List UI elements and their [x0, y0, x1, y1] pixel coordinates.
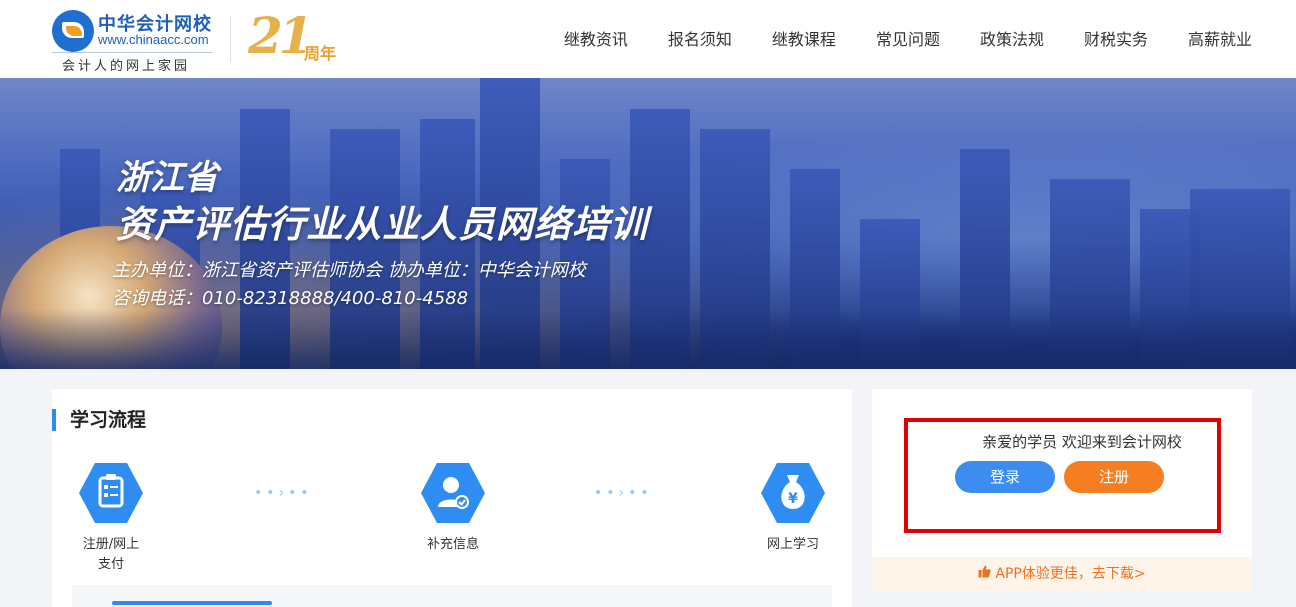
step-supplement-info[interactable]: 补充信息 — [414, 463, 492, 555]
banner-title-province: 浙江省 — [116, 158, 218, 198]
step-label: 注册/网上 支付 — [82, 537, 140, 572]
svg-text:¥: ¥ — [788, 491, 798, 507]
study-process-title: 学习流程 — [52, 409, 146, 431]
clipboard-icon — [79, 463, 143, 523]
nav-item-courses[interactable]: 继教课程 — [772, 26, 836, 50]
step-arrow-icon: ••›•• — [594, 485, 653, 501]
nav-item-registration-notice[interactable]: 报名须知 — [668, 26, 732, 50]
step-register-pay[interactable]: 注册/网上 支付 — [72, 463, 150, 575]
step-online-study[interactable]: ¥ 网上学习 — [754, 463, 832, 555]
logo-url: www.chinaacc.com — [98, 32, 209, 47]
banner-organizers: 主办单位：浙江省资产评估师协会 协办单位：中华会计网校 — [112, 260, 586, 281]
site-logo[interactable]: 中华会计网校 www.chinaacc.com 会计人的网上家园 — [52, 8, 222, 74]
site-header: 中华会计网校 www.chinaacc.com 会计人的网上家园 21 周年 继… — [0, 0, 1296, 78]
app-download-text: APP体验更佳，去下载> — [995, 566, 1146, 582]
app-download-link[interactable]: APP体验更佳，去下载> — [872, 557, 1252, 591]
anniversary-badge: 21 周年 — [248, 6, 358, 68]
step-label: 网上学习 — [766, 537, 819, 552]
main-nav: 继教资讯 报名须知 继教课程 常见问题 政策法规 财税实务 高薪就业 — [524, 26, 1252, 50]
hero-banner: 浙江省 资产评估行业从业人员网络培训 主办单位：浙江省资产评估师协会 协办单位：… — [0, 78, 1296, 369]
highlight-annotation-box — [904, 418, 1221, 533]
process-tab-indicator — [112, 601, 272, 605]
nav-item-jobs[interactable]: 高薪就业 — [1188, 26, 1252, 50]
banner-title-main: 资产评估行业从业人员网络培训 — [116, 203, 648, 246]
header-divider — [230, 16, 231, 62]
thumbs-up-icon — [978, 557, 992, 591]
logo-mark-icon — [52, 10, 94, 52]
step-label: 补充信息 — [426, 537, 479, 552]
money-bag-icon: ¥ — [761, 463, 825, 523]
banner-water — [0, 309, 1296, 369]
nav-item-faq[interactable]: 常见问题 — [876, 26, 940, 50]
nav-item-tax-practice[interactable]: 财税实务 — [1084, 26, 1148, 50]
anniversary-text: 周年 — [304, 44, 337, 63]
banner-phone: 咨询电话：010-82318888/400-810-4588 — [112, 288, 469, 309]
user-check-icon — [421, 463, 485, 523]
logo-divider-line — [52, 52, 212, 53]
logo-slogan: 会计人的网上家园 — [62, 59, 191, 74]
anniversary-number: 21 — [248, 6, 314, 65]
process-content-area — [72, 585, 832, 607]
step-arrow-icon: ••›•• — [254, 485, 313, 501]
study-process-panel: 学习流程 注册/网上 支付 ••›•• 补充信息 ••›•• ¥ 网上学习 — [52, 389, 852, 607]
nav-item-policy[interactable]: 政策法规 — [980, 26, 1044, 50]
nav-item-news[interactable]: 继教资讯 — [564, 26, 628, 50]
